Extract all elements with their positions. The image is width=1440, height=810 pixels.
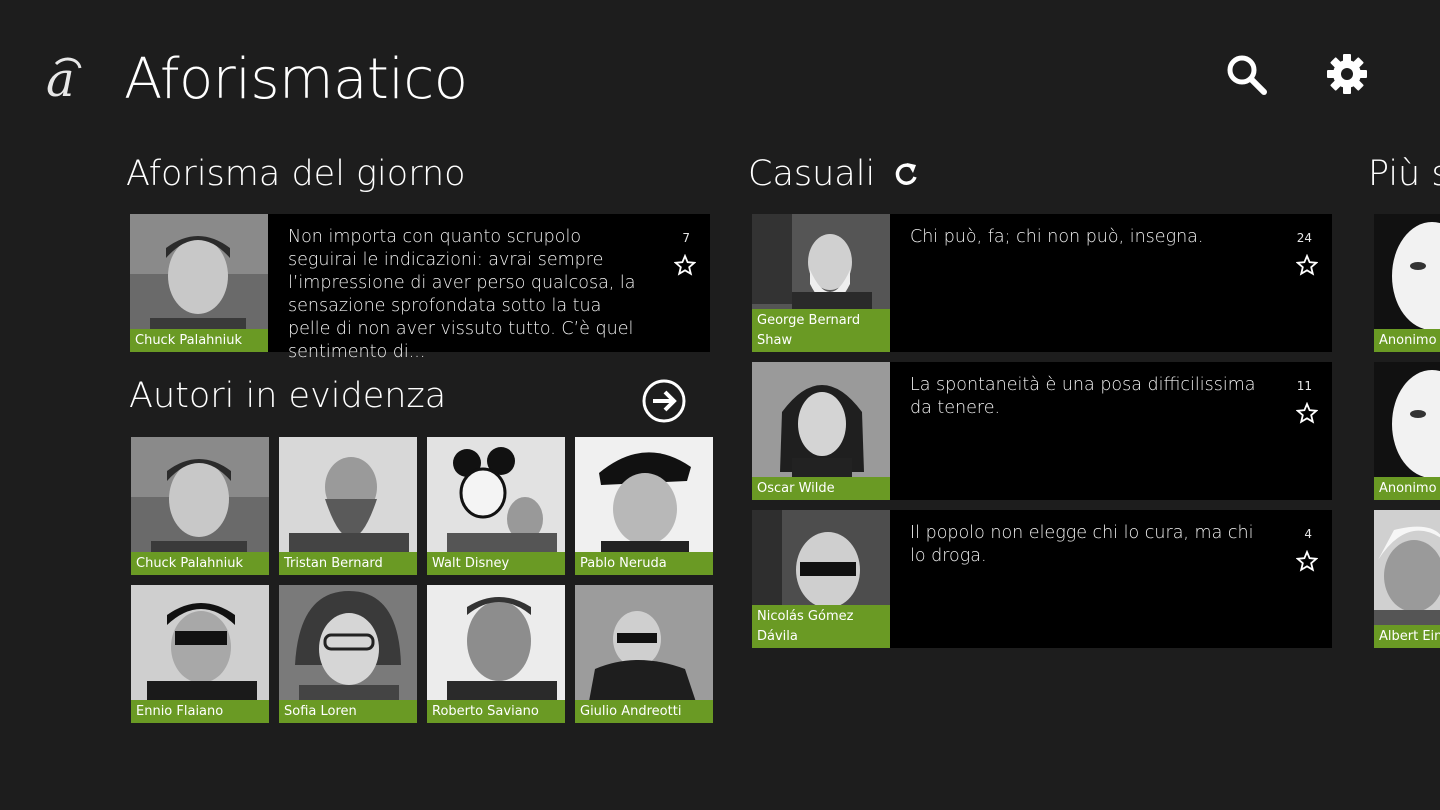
quote-text: La spontaneità è una posa difficilissima…: [910, 375, 1256, 418]
gear-icon: [1327, 54, 1367, 94]
refresh-icon: [895, 163, 917, 185]
section-title-popular[interactable]: Più s: [1368, 157, 1440, 192]
author-name: Anonimo: [1374, 329, 1440, 352]
author-name: Albert Ein: [1374, 625, 1440, 648]
favorite-count: 4: [1304, 527, 1312, 541]
favorite-count: 24: [1296, 231, 1312, 245]
star-icon[interactable]: [674, 254, 696, 276]
author-portrait: Chuck Palahniuk: [130, 214, 268, 352]
star-icon[interactable]: [1296, 550, 1318, 572]
quote-text: Non importa con quanto scrupolo seguirai…: [288, 227, 636, 362]
popular-quote-card[interactable]: Anonimo: [1374, 214, 1440, 352]
more-authors-button[interactable]: [640, 377, 688, 425]
author-name: Tristan Bernard: [279, 552, 417, 575]
author-name: Chuck Palahniuk: [130, 329, 268, 352]
section-title-authors[interactable]: Autori in evidenza: [129, 379, 446, 414]
author-portrait: Nicolás Gómez Dávila: [752, 510, 890, 648]
app-logo-icon: a: [46, 54, 82, 108]
star-icon[interactable]: [1296, 254, 1318, 276]
author-tile[interactable]: Roberto Saviano: [427, 585, 565, 723]
author-portrait: George Bernard Shaw: [752, 214, 890, 352]
author-name: Sofia Loren: [279, 700, 417, 723]
search-button[interactable]: [1222, 50, 1270, 98]
app-title: Aforismatico: [124, 47, 468, 112]
app-root: a Aforismatico Aforisma del giorno Casua…: [0, 0, 1440, 810]
refresh-button[interactable]: [889, 158, 923, 192]
search-icon: [1227, 55, 1267, 95]
popular-quote-card[interactable]: Anonimo: [1374, 362, 1440, 500]
random-quote-card[interactable]: Nicolás Gómez Dávila Il popolo non elegg…: [752, 510, 1332, 648]
author-tile[interactable]: Giulio Andreotti: [575, 585, 713, 723]
author-name: Chuck Palahniuk: [131, 552, 269, 575]
favorite-count: 7: [682, 231, 690, 245]
random-quote-card[interactable]: George Bernard Shaw Chi può, fa; chi non…: [752, 214, 1332, 352]
author-name: George Bernard Shaw: [752, 309, 890, 352]
author-portrait: Oscar Wilde: [752, 362, 890, 500]
quote-text: Chi può, fa; chi non può, insegna.: [910, 227, 1204, 247]
star-icon[interactable]: [1296, 402, 1318, 424]
author-tile[interactable]: Ennio Flaiano: [131, 585, 269, 723]
author-name: Roberto Saviano: [427, 700, 565, 723]
author-name: Giulio Andreotti: [575, 700, 713, 723]
author-tile[interactable]: Chuck Palahniuk: [131, 437, 269, 575]
day-quote-card[interactable]: Chuck Palahniuk Non importa con quanto s…: [130, 214, 710, 362]
author-name: Anonimo: [1374, 477, 1440, 500]
author-name: Pablo Neruda: [575, 552, 713, 575]
favorite-count: 11: [1296, 379, 1312, 393]
author-name: Nicolás Gómez Dávila: [752, 605, 890, 648]
author-tile[interactable]: Walt Disney: [427, 437, 565, 575]
author-name: Oscar Wilde: [752, 477, 890, 500]
author-tile[interactable]: Tristan Bernard: [279, 437, 417, 575]
author-tile[interactable]: Pablo Neruda: [575, 437, 713, 575]
quote-text: Il popolo non elegge chi lo cura, ma chi…: [910, 523, 1254, 566]
author-name: Ennio Flaiano: [131, 700, 269, 723]
section-title-random[interactable]: Casuali: [748, 157, 875, 192]
arrow-right-circle-icon: [642, 379, 686, 423]
settings-button[interactable]: [1323, 50, 1371, 98]
random-quote-card[interactable]: Oscar Wilde La spontaneità è una posa di…: [752, 362, 1332, 500]
popular-quote-card[interactable]: Albert Ein: [1374, 510, 1440, 648]
author-name: Walt Disney: [427, 552, 565, 575]
author-tile[interactable]: Sofia Loren: [279, 585, 417, 723]
section-title-day[interactable]: Aforisma del giorno: [126, 157, 466, 192]
